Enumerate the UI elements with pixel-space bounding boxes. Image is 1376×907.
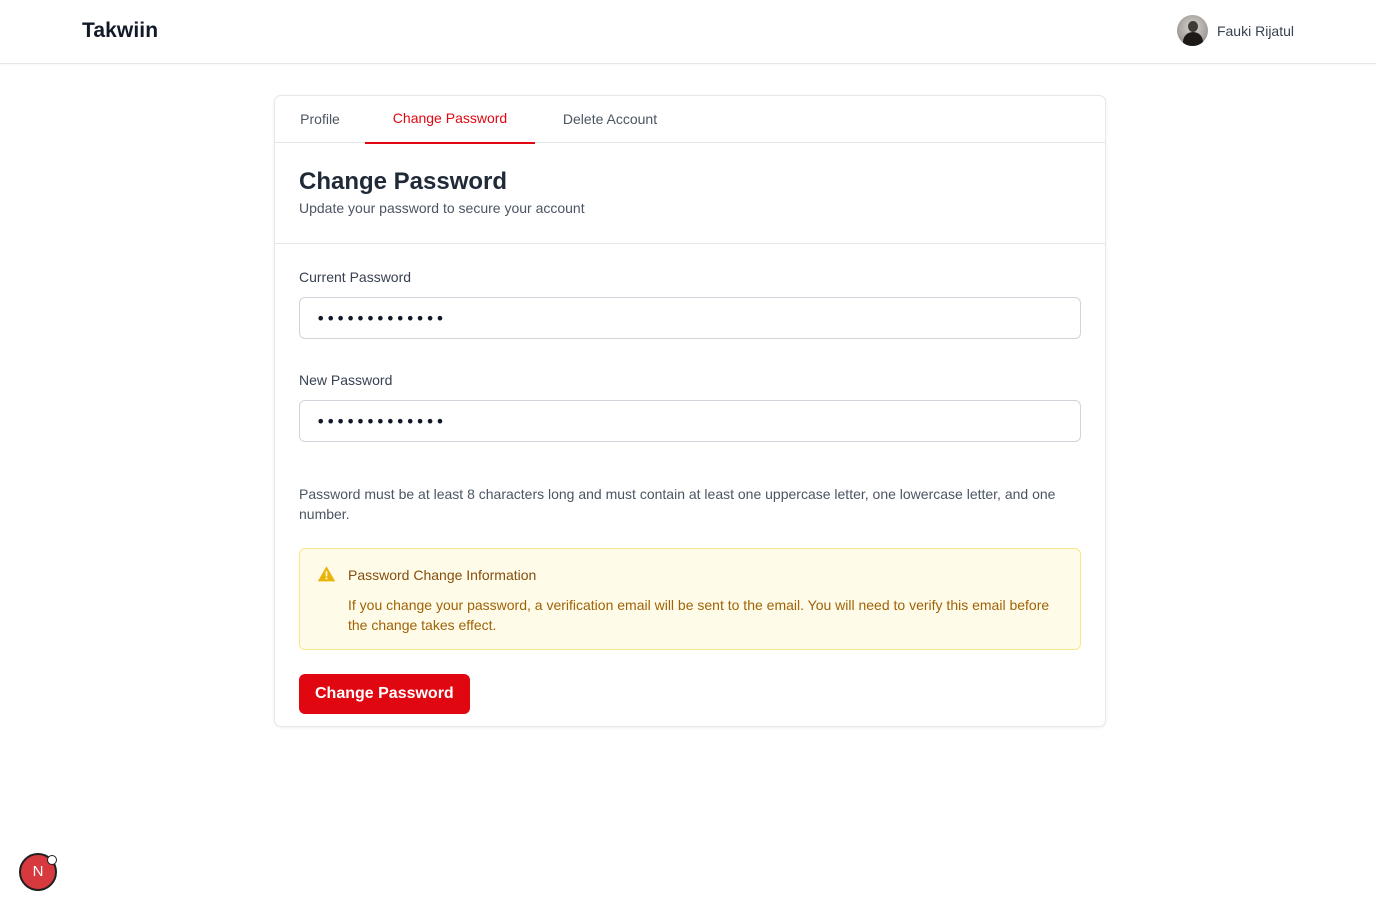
new-password-field: New Password ••••••••••••• xyxy=(299,372,1081,442)
user-name[interactable]: Fauki Rijatul xyxy=(1217,23,1294,39)
brand-logo[interactable]: Takwiin xyxy=(82,19,158,43)
new-password-input[interactable]: ••••••••••••• xyxy=(299,400,1081,442)
current-password-label: Current Password xyxy=(299,269,412,285)
user-avatar[interactable] xyxy=(1176,15,1208,46)
user-menu[interactable]: Fauki Rijatul xyxy=(1176,15,1294,46)
tab-delete-account[interactable]: Delete Account xyxy=(535,96,685,143)
password-change-info-alert: Password Change Information If you chang… xyxy=(299,548,1081,650)
new-password-label: New Password xyxy=(299,372,393,388)
change-password-button[interactable]: Change Password xyxy=(299,674,470,714)
avatar-torso xyxy=(1182,32,1203,46)
dev-indicator-dot xyxy=(47,855,57,865)
account-settings-card: Profile Change Password Delete Account C… xyxy=(274,95,1106,727)
page-title: Change Password xyxy=(299,168,508,195)
section-header: Change Password Update your password to … xyxy=(275,143,1105,244)
settings-tabs: Profile Change Password Delete Account xyxy=(275,96,1105,144)
current-password-field: Current Password ••••••••••••• xyxy=(299,269,1081,339)
warning-icon xyxy=(318,566,335,582)
change-password-form: Current Password ••••••••••••• New Passw… xyxy=(275,244,1105,714)
page-subtitle: Update your password to secure your acco… xyxy=(299,200,585,216)
current-password-input[interactable]: ••••••••••••• xyxy=(299,297,1081,339)
tab-change-password[interactable]: Change Password xyxy=(365,96,535,144)
alert-title: Password Change Information xyxy=(348,567,537,583)
top-navbar: Takwiin Fauki Rijatul xyxy=(0,0,1376,64)
avatar-head xyxy=(1187,21,1198,32)
alert-body: If you change your password, a verificat… xyxy=(348,597,1050,633)
tab-profile[interactable]: Profile xyxy=(275,96,365,143)
password-requirements-hint: Password must be at least 8 characters l… xyxy=(299,486,1056,522)
